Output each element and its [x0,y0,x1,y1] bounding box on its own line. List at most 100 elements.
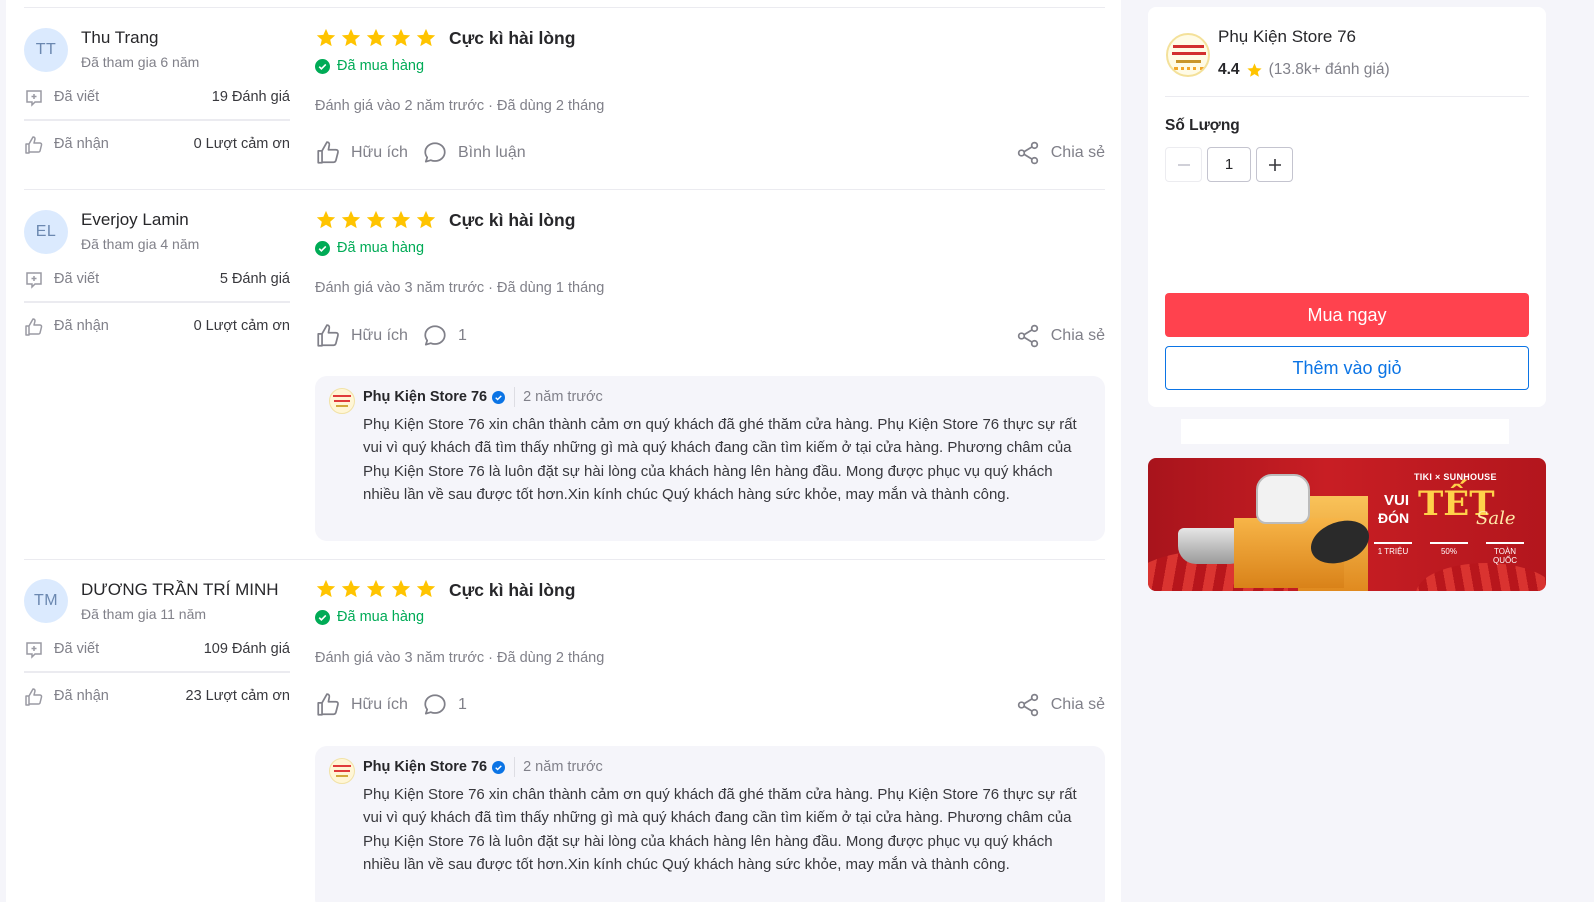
helpful-label: Hữu ích [351,696,408,713]
star-icon [416,210,436,229]
rating-stars [315,209,437,231]
banner-offer: TOÀN QUỐC [1486,542,1524,566]
thumb-up-icon [25,318,43,336]
helpful-button[interactable]: Hữu ích [315,139,408,167]
star-icon [316,28,336,47]
store-rating-count: (13.8k+ đánh giá) [1268,61,1390,78]
divider [514,387,516,407]
author-name[interactable]: Thu Trang [81,28,159,48]
review-actions: Hữu ích Bình luận Chia sẻ [315,139,1105,167]
star-icon [391,210,411,229]
share-icon [1017,324,1038,348]
minus-icon [1177,163,1190,166]
avatar[interactable]: TT [24,28,68,72]
verified-badge-icon [492,760,506,774]
banner-text-vui: VUI [1384,492,1410,509]
reply-store-name[interactable]: Phụ Kiện Store 76 [363,759,487,775]
star-icon [391,579,411,598]
thanks-label: Đã nhận [54,136,109,152]
share-button[interactable]: Chia sẻ [1015,691,1105,719]
reply-text: Phụ Kiện Store 76 xin chân thành cảm ơn … [363,416,1077,504]
written-label: Đã viết [54,271,100,287]
banner-text-don: ĐÓN [1378,510,1410,526]
star-icon [366,210,386,229]
check-circle-icon [315,240,330,256]
comment-button[interactable]: Bình luận [422,139,526,167]
placeholder-bar [1181,419,1509,444]
purchased-badge: Đã mua hàng [315,58,424,74]
author-name[interactable]: DƯƠNG TRẦN TRÍ MINH [81,580,279,600]
helpful-label: Hữu ích [351,144,408,161]
star-icon [1246,62,1262,77]
share-icon [1017,693,1038,717]
share-label: Chia sẻ [1050,696,1105,713]
promo-banner[interactable]: TIKI × SUNHOUSE VUI ĐÓN TẾT Sale 1 TRIỆU… [1148,458,1546,591]
quantity-increase-button[interactable] [1256,147,1293,182]
thumb-up-icon [317,141,339,164]
helpful-button[interactable]: Hữu ích [315,691,408,719]
share-button[interactable]: Chia sẻ [1015,139,1105,167]
author-joined: Đã tham gia 4 năm [81,236,200,252]
store-logo [329,758,355,784]
comment-button[interactable]: 1 [422,322,467,350]
reply-store-name[interactable]: Phụ Kiện Store 76 [363,389,487,405]
quantity-decrease-button[interactable] [1165,147,1202,182]
avatar[interactable]: EL [24,210,68,254]
review-date: Đánh giá vào 3 năm trước [315,280,485,296]
rice-cooker-image [1256,474,1310,524]
review-meta: Đánh giá vào 3 năm trước · Đã dùng 1 thá… [315,280,604,296]
verified-badge-icon [492,390,506,404]
review-item: EL Everjoy Lamin Đã tham gia 4 năm Đã vi… [24,189,1110,559]
reply-time: 2 năm trước [523,759,603,775]
star-icon [316,210,336,229]
plus-icon [1268,158,1281,171]
rating-verdict: Cực kì hài lòng [449,580,576,600]
divider [24,119,290,121]
quantity-input[interactable]: 1 [1207,147,1251,182]
check-circle-icon [315,58,330,74]
divider [24,559,1105,560]
comment-count: 1 [458,327,467,344]
meta-dot: · [488,280,498,296]
star-icon [366,28,386,47]
helpful-label: Hữu ích [351,327,408,344]
rating-verdict: Cực kì hài lòng [449,28,576,48]
review-date: Đánh giá vào 2 năm trước [315,98,485,114]
buy-now-button[interactable]: Mua ngay [1165,293,1529,337]
purchased-label: Đã mua hàng [337,58,425,74]
thumb-up-icon [317,693,339,716]
thanks-label: Đã nhận [54,318,109,334]
usage-duration: Đã dùng 1 tháng [497,280,605,296]
star-icon [366,579,386,598]
review-meta: Đánh giá vào 3 năm trước · Đã dùng 2 thá… [315,650,604,666]
review-actions: Hữu ích 1 Chia sẻ [315,691,1105,719]
written-label: Đã viết [54,89,100,105]
thumb-up-icon [25,688,43,706]
divider [514,757,516,777]
avatar[interactable]: TM [24,579,68,623]
comment-button[interactable]: 1 [422,691,467,719]
review-list: TT Thu Trang Đã tham gia 6 năm Đã viết 1… [6,0,1121,902]
store-name[interactable]: Phụ Kiện Store 76 [1218,27,1356,47]
thanks-value: 0 Lượt cảm ơn [193,136,290,152]
store-logo [329,388,355,414]
check-circle-icon [315,609,330,625]
thanks-label: Đã nhận [54,688,109,704]
review-written-icon [26,642,42,659]
thanks-value: 0 Lượt cảm ơn [193,318,290,334]
divider [24,301,290,303]
add-to-cart-button[interactable]: Thêm vào giỏ [1165,346,1529,390]
star-icon [416,28,436,47]
banner-offers: 1 TRIỆU 50% TOÀN QUỐC [1374,542,1524,570]
thumb-up-icon [25,136,43,154]
reply-header: Phụ Kiện Store 76 2 năm trước [363,387,603,407]
seller-reply: Phụ Kiện Store 76 2 năm trước Phụ Kiện S… [315,746,1105,902]
review-item: TT Thu Trang Đã tham gia 6 năm Đã viết 1… [24,7,1110,189]
author-name[interactable]: Everjoy Lamin [81,210,189,230]
purchased-badge: Đã mua hàng [315,240,424,256]
share-button[interactable]: Chia sẻ [1015,322,1105,350]
helpful-button[interactable]: Hữu ích [315,322,408,350]
rating-stars [315,578,437,600]
store-logo[interactable] [1166,33,1210,77]
meta-dot: · [488,650,498,666]
